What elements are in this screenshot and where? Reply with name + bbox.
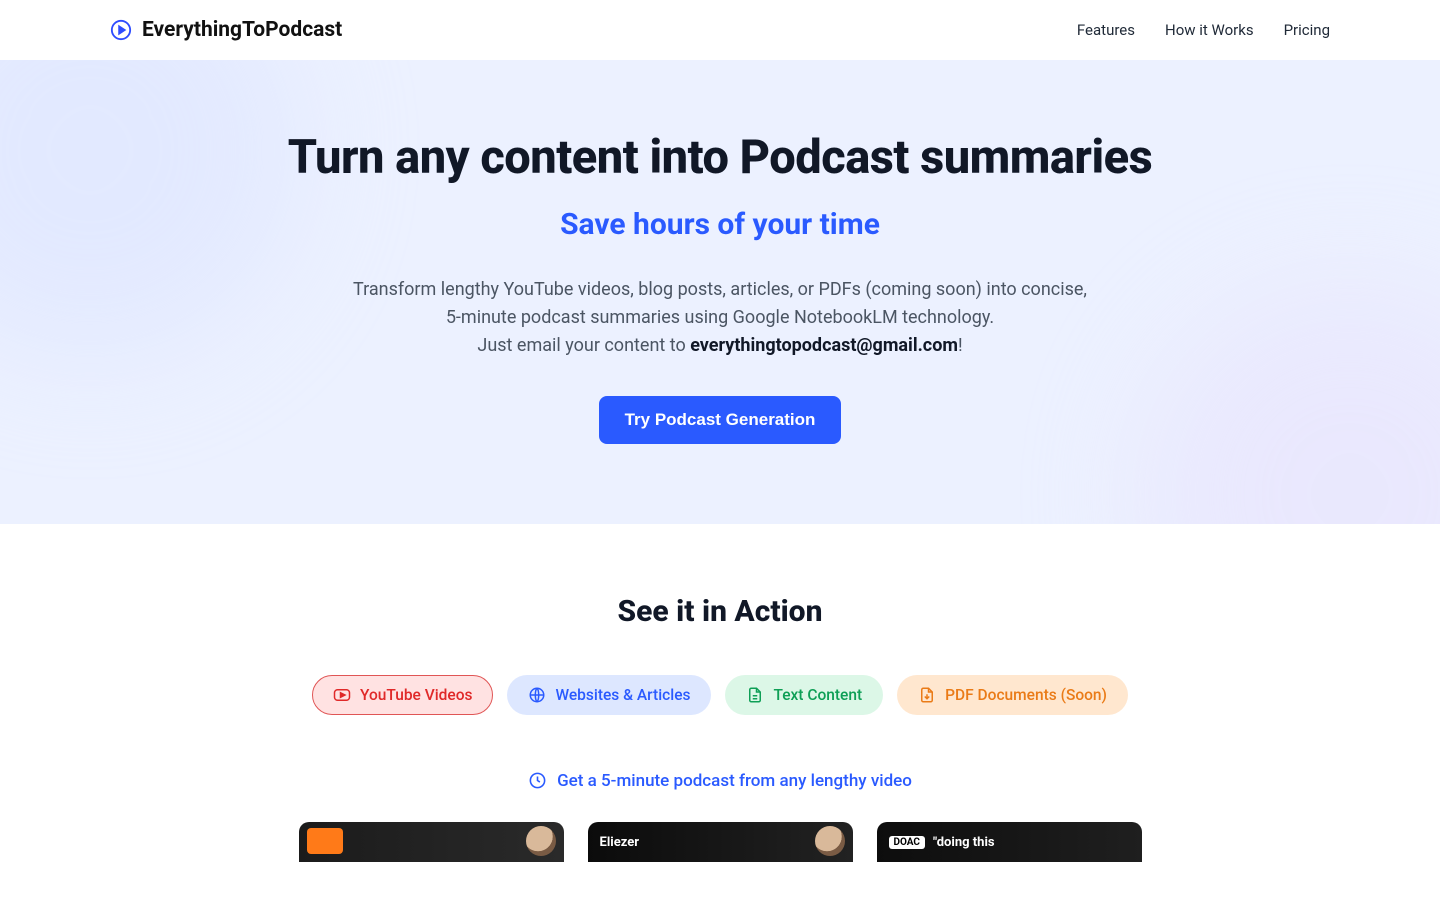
video-thumb-2[interactable]: Eliezer bbox=[588, 822, 853, 862]
brand[interactable]: EverythingToPodcast bbox=[110, 18, 342, 42]
youtube-icon bbox=[333, 686, 351, 704]
action-title: See it in Action bbox=[40, 594, 1400, 629]
clock-icon bbox=[528, 771, 547, 790]
source-type-tabs: YouTube Videos Websites & Articles Text … bbox=[40, 675, 1400, 715]
tab-pdf-documents[interactable]: PDF Documents (Soon) bbox=[897, 675, 1128, 715]
brand-name: EverythingToPodcast bbox=[142, 18, 342, 42]
tab-web-label: Websites & Articles bbox=[555, 686, 690, 704]
tab-websites-articles[interactable]: Websites & Articles bbox=[507, 675, 711, 715]
file-download-icon bbox=[918, 686, 936, 704]
globe-icon bbox=[528, 686, 546, 704]
video-thumb-3-title: "doing this bbox=[933, 835, 995, 850]
tab-text-content[interactable]: Text Content bbox=[725, 675, 883, 715]
nav-pricing[interactable]: Pricing bbox=[1284, 21, 1330, 39]
action-tagline-text: Get a 5-minute podcast from any lengthy … bbox=[557, 771, 912, 791]
video-thumb-2-title: Eliezer bbox=[600, 835, 640, 850]
tab-youtube-videos[interactable]: YouTube Videos bbox=[312, 675, 493, 715]
cta-try-button[interactable]: Try Podcast Generation bbox=[599, 396, 842, 444]
video-thumbnails: Eliezer DOAC "doing this bbox=[40, 822, 1400, 862]
video-thumb-3[interactable]: DOAC "doing this bbox=[877, 822, 1142, 862]
tab-youtube-label: YouTube Videos bbox=[360, 686, 472, 704]
nav-features[interactable]: Features bbox=[1077, 21, 1135, 39]
face-avatar-icon bbox=[815, 826, 845, 856]
action-tagline: Get a 5-minute podcast from any lengthy … bbox=[528, 771, 912, 791]
tab-pdf-label: PDF Documents (Soon) bbox=[945, 686, 1107, 704]
see-it-in-action-section: See it in Action YouTube Videos Websites… bbox=[0, 524, 1440, 902]
video-thumb-1[interactable] bbox=[299, 822, 564, 862]
tab-text-label: Text Content bbox=[773, 686, 862, 704]
nav-links: Features How it Works Pricing bbox=[1077, 21, 1330, 39]
hero-subtitle: Save hours of your time bbox=[220, 207, 1220, 242]
nav-how-it-works[interactable]: How it Works bbox=[1165, 21, 1254, 39]
hero-desc-suffix: ! bbox=[958, 335, 963, 356]
hero-email: everythingtopodcast@gmail.com bbox=[690, 335, 958, 356]
video-thumb-3-tag: DOAC bbox=[889, 836, 925, 849]
top-nav: EverythingToPodcast Features How it Work… bbox=[0, 0, 1440, 60]
hero-title: Turn any content into Podcast summaries bbox=[220, 130, 1220, 185]
play-circle-icon bbox=[110, 19, 132, 41]
hero-description: Transform lengthy YouTube videos, blog p… bbox=[350, 276, 1090, 360]
document-icon bbox=[746, 686, 764, 704]
hero-desc-prefix: Just email your content to bbox=[477, 335, 690, 356]
hero-desc-line1: Transform lengthy YouTube videos, blog p… bbox=[353, 279, 1087, 328]
hero-section: Turn any content into Podcast summaries … bbox=[0, 60, 1440, 524]
face-avatar-icon bbox=[526, 826, 556, 856]
